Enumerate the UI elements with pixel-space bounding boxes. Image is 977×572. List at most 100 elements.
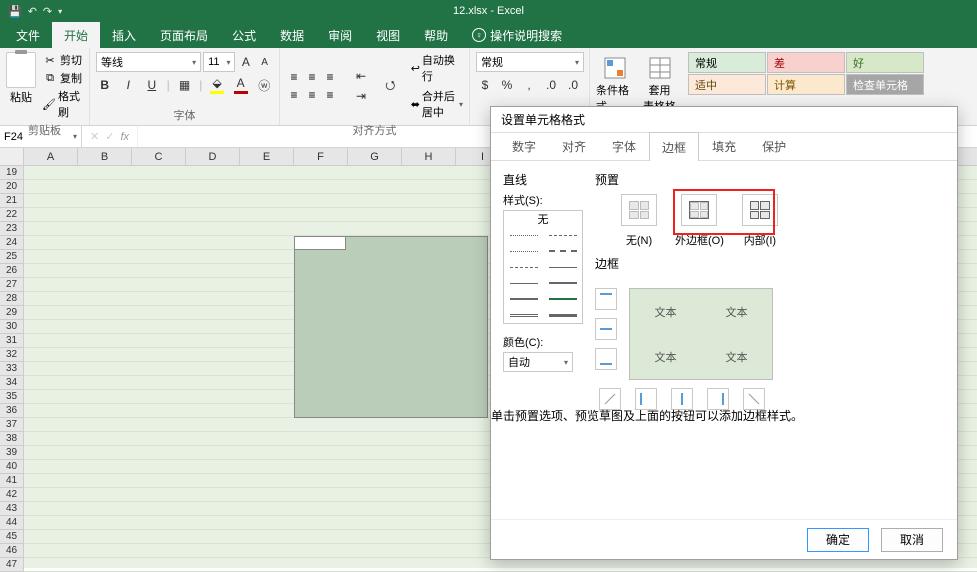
row-header[interactable]: 30 — [0, 320, 24, 334]
tab-page-layout[interactable]: 页面布局 — [148, 22, 220, 48]
col-header[interactable]: E — [240, 148, 294, 165]
enter-formula-icon[interactable]: ✓ — [105, 130, 114, 143]
row-header[interactable]: 19 — [0, 166, 24, 180]
format-painter-button[interactable]: 🖌格式刷 — [42, 88, 83, 120]
align-top-icon[interactable]: ≡ — [286, 69, 302, 85]
row-header[interactable]: 41 — [0, 474, 24, 488]
row-header[interactable]: 32 — [0, 348, 24, 362]
undo-icon[interactable]: ↶ — [28, 5, 37, 18]
align-center-icon[interactable]: ≡ — [304, 87, 320, 103]
border-bottom-button[interactable] — [595, 348, 617, 370]
row-header[interactable]: 37 — [0, 418, 24, 432]
increase-indent-icon[interactable]: ⇥ — [352, 87, 370, 105]
row-header[interactable]: 34 — [0, 376, 24, 390]
cancel-formula-icon[interactable]: ✕ — [90, 130, 99, 143]
font-name-combo[interactable]: 等线▾ — [96, 52, 201, 72]
phonetic-button[interactable]: ⓦ — [255, 76, 273, 94]
ok-button[interactable]: 确定 — [807, 528, 869, 552]
row-header[interactable]: 31 — [0, 334, 24, 348]
comma-icon[interactable]: , — [520, 76, 538, 94]
paste-icon[interactable] — [6, 52, 36, 88]
decrease-decimal-icon[interactable]: .0 — [564, 76, 582, 94]
line-style-option[interactable] — [543, 275, 582, 291]
tab-home[interactable]: 开始 — [52, 22, 100, 48]
orientation-icon[interactable]: ⭯ — [384, 77, 397, 95]
border-preview[interactable]: 文本 文本 文本 文本 — [629, 288, 773, 380]
row-header[interactable]: 40 — [0, 460, 24, 474]
line-style-option[interactable] — [543, 227, 582, 243]
col-header[interactable]: D — [186, 148, 240, 165]
fill-color-button[interactable]: ⬙ — [208, 76, 226, 94]
increase-font-icon[interactable]: A — [237, 53, 254, 71]
alignment-grid[interactable]: ≡ ≡ ≡ ≡ ≡ ≡ — [286, 69, 338, 103]
row-header[interactable]: 27 — [0, 278, 24, 292]
line-style-option[interactable] — [543, 291, 582, 307]
col-header[interactable]: C — [132, 148, 186, 165]
line-style-none[interactable]: 无 — [504, 211, 582, 227]
number-format-combo[interactable]: 常规▾ — [476, 52, 584, 72]
percent-icon[interactable]: % — [498, 76, 516, 94]
paste-label[interactable]: 粘贴 — [10, 89, 32, 105]
col-header[interactable]: B — [78, 148, 132, 165]
line-style-option[interactable] — [504, 243, 543, 259]
row-header[interactable]: 20 — [0, 180, 24, 194]
line-style-picker[interactable]: 无 — [503, 210, 583, 324]
style-check-cell[interactable]: 检查单元格 — [846, 74, 924, 95]
row-header[interactable]: 42 — [0, 488, 24, 502]
row-header[interactable]: 23 — [0, 222, 24, 236]
dlg-tab-protect[interactable]: 保护 — [749, 131, 799, 160]
col-header[interactable]: A — [24, 148, 78, 165]
increase-decimal-icon[interactable]: .0 — [542, 76, 560, 94]
accounting-icon[interactable]: $ — [476, 76, 494, 94]
line-style-option[interactable] — [504, 307, 543, 323]
dlg-tab-align[interactable]: 对齐 — [549, 131, 599, 160]
align-middle-icon[interactable]: ≡ — [304, 69, 320, 85]
tab-review[interactable]: 审阅 — [316, 22, 364, 48]
style-good[interactable]: 好 — [846, 52, 924, 73]
align-left-icon[interactable]: ≡ — [286, 87, 302, 103]
row-header[interactable]: 44 — [0, 516, 24, 530]
col-header[interactable]: F — [294, 148, 348, 165]
line-style-option[interactable] — [543, 259, 582, 275]
style-neutral[interactable]: 适中 — [688, 74, 766, 95]
style-normal[interactable]: 常规 — [688, 52, 766, 73]
redo-icon[interactable]: ↷ — [43, 5, 52, 18]
tab-file[interactable]: 文件 — [4, 22, 52, 48]
align-right-icon[interactable]: ≡ — [322, 87, 338, 103]
row-header[interactable]: 28 — [0, 292, 24, 306]
qat-more-icon[interactable]: ▾ — [58, 7, 62, 16]
line-style-option[interactable] — [504, 291, 543, 307]
italic-button[interactable]: I — [120, 76, 138, 94]
line-style-option[interactable] — [504, 227, 543, 243]
name-box[interactable]: F24▾ — [0, 126, 82, 147]
copy-button[interactable]: ⧉复制 — [42, 70, 83, 86]
cut-button[interactable]: ✂剪切 — [42, 52, 83, 68]
dlg-tab-border[interactable]: 边框 — [649, 132, 699, 161]
preset-none[interactable]: 无(N) — [621, 194, 657, 248]
bold-button[interactable]: B — [96, 76, 114, 94]
tell-me[interactable]: ♀ 操作说明搜索 — [460, 22, 562, 48]
col-header[interactable]: G — [348, 148, 402, 165]
decrease-indent-icon[interactable]: ⇤ — [352, 67, 370, 85]
dlg-tab-font[interactable]: 字体 — [599, 131, 649, 160]
style-calculation[interactable]: 计算 — [767, 74, 845, 95]
fx-icon[interactable]: fx — [120, 131, 129, 143]
tab-insert[interactable]: 插入 — [100, 22, 148, 48]
line-style-option[interactable] — [543, 307, 582, 323]
merge-center-button[interactable]: ⬌合并后居中▾ — [411, 88, 463, 120]
row-header[interactable]: 36 — [0, 404, 24, 418]
border-hmiddle-button[interactable] — [595, 318, 617, 340]
dlg-tab-fill[interactable]: 填充 — [699, 131, 749, 160]
row-header[interactable]: 22 — [0, 208, 24, 222]
row-header[interactable]: 45 — [0, 530, 24, 544]
row-header[interactable]: 21 — [0, 194, 24, 208]
row-header[interactable]: 43 — [0, 502, 24, 516]
wrap-text-button[interactable]: ↩自动换行 — [411, 52, 463, 84]
row-header[interactable]: 38 — [0, 432, 24, 446]
font-color-button[interactable]: A — [232, 76, 250, 94]
col-header[interactable]: H — [402, 148, 456, 165]
font-size-combo[interactable]: 11▾ — [203, 52, 235, 72]
line-style-option[interactable] — [543, 243, 582, 259]
decrease-font-icon[interactable]: A — [256, 53, 273, 71]
row-header[interactable]: 39 — [0, 446, 24, 460]
